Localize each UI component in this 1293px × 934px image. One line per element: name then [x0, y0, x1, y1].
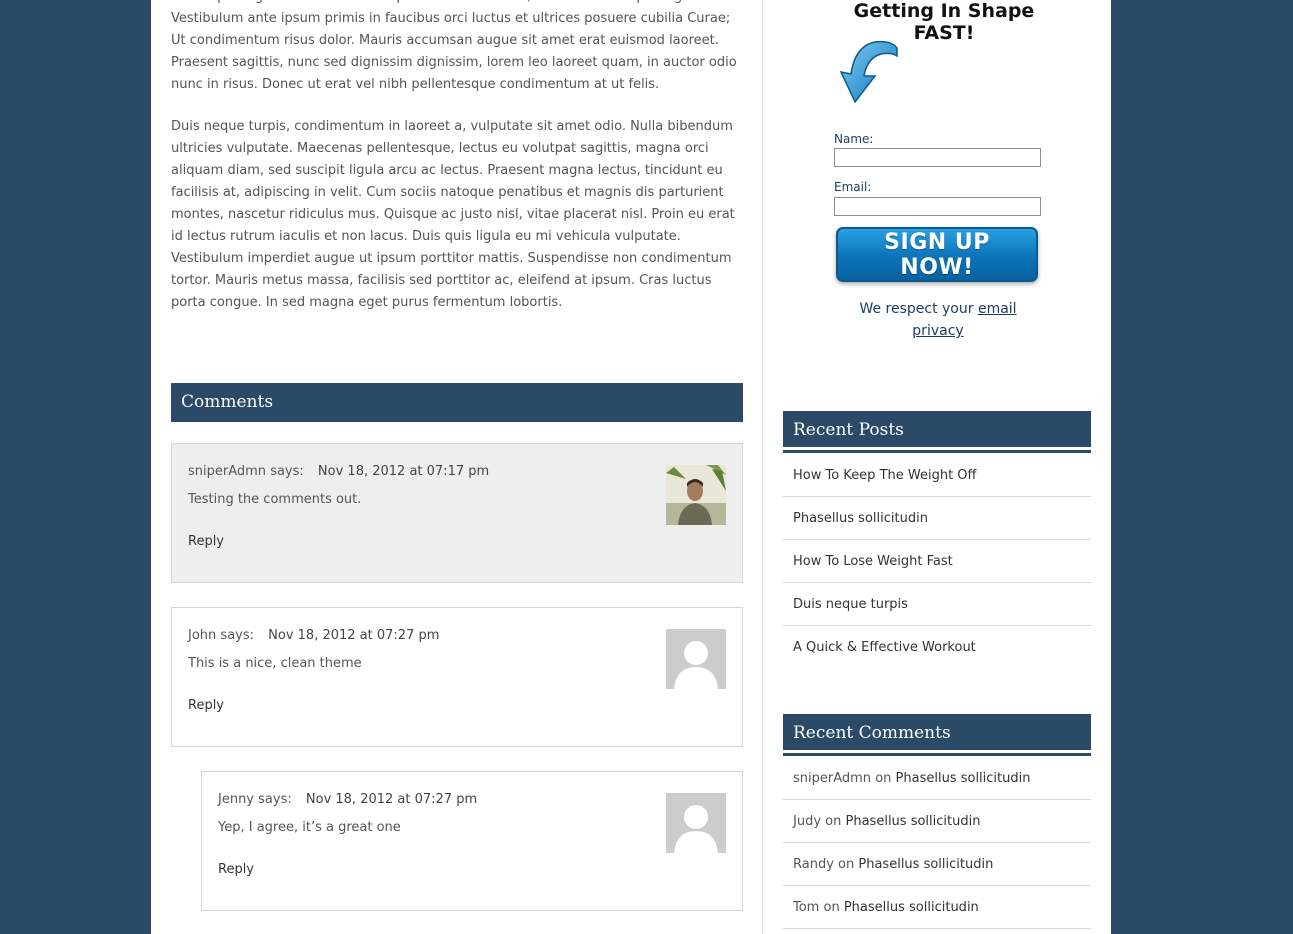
recent-posts-list: How To Keep The Weight Off Phasellus sol…: [783, 454, 1091, 669]
recent-comments-title: Recent Comments: [783, 714, 1091, 753]
comment-author: Randy: [793, 857, 834, 872]
on-text: on: [823, 900, 840, 915]
curved-arrow-icon: [839, 40, 898, 104]
comment-says: says:: [220, 628, 255, 643]
comment-author: Judy: [793, 814, 822, 829]
comments-heading: Comments: [171, 383, 743, 422]
post-link[interactable]: How To Keep The Weight Off: [793, 468, 977, 483]
post-link[interactable]: Phasellus sollicitudin: [896, 771, 1031, 786]
comment-says: says:: [258, 792, 292, 807]
comment-says: says:: [270, 464, 304, 479]
comment-author: sniperAdmn: [188, 464, 267, 479]
comment-date[interactable]: Nov 18, 2012 at 07:17 pm: [318, 464, 489, 479]
post-link[interactable]: Phasellus sollicitudin: [793, 511, 928, 526]
comment-item: Jenny says: Nov 18, 2012 at 07:27 pm Yep…: [201, 771, 743, 911]
avatar: [666, 793, 726, 853]
avatar: [666, 465, 726, 525]
comment-author: sniperAdmn: [793, 771, 872, 786]
privacy-text: We respect your: [859, 301, 974, 317]
comment-author: Jenny: [218, 792, 255, 807]
user-photo-icon: [666, 465, 726, 525]
reply-link[interactable]: Reply: [218, 862, 254, 877]
comment-date[interactable]: Nov 18, 2012 at 07:27 pm: [268, 628, 439, 643]
list-item: Randy on Phasellus sollicitudin: [783, 843, 1091, 886]
recent-comments-widget: Recent Comments sniperAdmn on Phasellus …: [783, 714, 1091, 929]
post-content: nisl adipiscing fermentum. Lorem ipsum d…: [171, 0, 743, 334]
comment-text: Yep, I agree, it’s a great one: [218, 820, 401, 835]
post-link[interactable]: Phasellus sollicitudin: [844, 900, 979, 915]
post-link[interactable]: Phasellus sollicitudin: [846, 814, 981, 829]
comment-item: John says: Nov 18, 2012 at 07:27 pm This…: [171, 607, 743, 747]
email-field[interactable]: [834, 197, 1041, 216]
article-paragraph-1: nisl adipiscing fermentum. Lorem ipsum d…: [171, 0, 737, 92]
comment-date[interactable]: Nov 18, 2012 at 07:27 pm: [306, 792, 477, 807]
default-avatar-icon: [666, 629, 726, 689]
recent-comments-list: sniperAdmn on Phasellus sollicitudin Jud…: [783, 757, 1091, 929]
on-text: on: [875, 771, 892, 786]
list-item: Phasellus sollicitudin: [783, 497, 1091, 540]
on-text: on: [838, 857, 855, 872]
name-label: Name:: [834, 132, 874, 146]
comment-item: sniperAdmn says: Nov 18, 2012 at 07:17 p…: [171, 443, 743, 583]
name-field[interactable]: [834, 148, 1041, 167]
column-divider: [762, 0, 763, 934]
list-item: sniperAdmn on Phasellus sollicitudin: [783, 757, 1091, 800]
comment-author: John: [188, 628, 217, 643]
comment-text: This is a nice, clean theme: [188, 656, 362, 671]
comment-author: Tom: [793, 900, 820, 915]
on-text: on: [825, 814, 842, 829]
comment-meta: John says: Nov 18, 2012 at 07:27 pm: [188, 628, 439, 643]
reply-link[interactable]: Reply: [188, 534, 224, 549]
default-avatar-icon: [666, 793, 726, 853]
recent-posts-widget: Recent Posts How To Keep The Weight Off …: [783, 411, 1091, 669]
comment-text: Testing the comments out.: [188, 492, 362, 507]
privacy-note: We respect your email privacy: [843, 298, 1033, 342]
page-container: nisl adipiscing fermentum. Lorem ipsum d…: [151, 0, 1111, 934]
reply-link[interactable]: Reply: [188, 698, 224, 713]
list-item: Duis neque turpis: [783, 583, 1091, 626]
list-item: Judy on Phasellus sollicitudin: [783, 800, 1091, 843]
list-item: A Quick & Effective Workout: [783, 626, 1091, 669]
list-item: How To Keep The Weight Off: [783, 454, 1091, 497]
comment-meta: Jenny says: Nov 18, 2012 at 07:27 pm: [218, 792, 477, 807]
list-item: How To Lose Weight Fast: [783, 540, 1091, 583]
post-link[interactable]: Duis neque turpis: [793, 597, 908, 612]
email-label: Email:: [834, 180, 872, 194]
post-link[interactable]: A Quick & Effective Workout: [793, 640, 976, 655]
post-link[interactable]: Phasellus sollicitudin: [858, 857, 993, 872]
article-paragraph-2: Duis neque turpis, condimentum in laoree…: [171, 119, 735, 310]
comment-meta: sniperAdmn says: Nov 18, 2012 at 07:17 p…: [188, 464, 489, 479]
post-link[interactable]: How To Lose Weight Fast: [793, 554, 953, 569]
recent-posts-title: Recent Posts: [783, 411, 1091, 450]
avatar: [666, 629, 726, 689]
sign-up-button[interactable]: SIGN UP NOW!: [836, 227, 1038, 282]
list-item: Tom on Phasellus sollicitudin: [783, 886, 1091, 929]
